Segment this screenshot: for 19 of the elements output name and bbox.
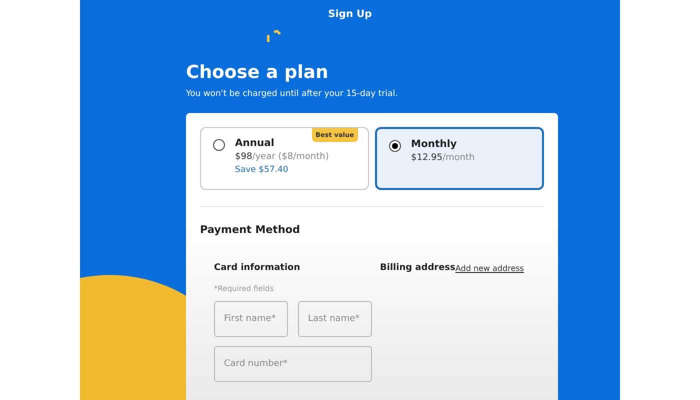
plan-price: $12.95/month bbox=[411, 153, 475, 163]
radio-button[interactable] bbox=[213, 139, 225, 151]
input-field[interactable]: Card number* bbox=[214, 346, 372, 382]
section-title: Payment Method bbox=[200, 224, 302, 236]
trial-note: You won't be charged until after your 15-day trial. bbox=[186, 89, 399, 99]
page-title: Sign Up bbox=[328, 8, 372, 20]
input-field[interactable]: First name* bbox=[214, 301, 288, 337]
plan-price: $98/year ($8/month) bbox=[235, 152, 329, 162]
plan-heading: Choose a plan bbox=[186, 62, 330, 83]
input-field[interactable]: Last name* bbox=[298, 301, 372, 337]
plan-name: Monthly bbox=[411, 139, 458, 150]
plan-option[interactable]: Monthly $12.95/month bbox=[375, 127, 544, 190]
radio-button[interactable] bbox=[389, 140, 401, 152]
spark-icon bbox=[266, 30, 282, 44]
section-subtitle: Billing address bbox=[380, 263, 456, 273]
plan-name: Annual bbox=[235, 138, 276, 149]
section-subtitle: Card information bbox=[214, 263, 302, 273]
add-address-link[interactable]: Add new address bbox=[455, 264, 524, 272]
savings-text: Save $57.40 bbox=[235, 165, 290, 175]
